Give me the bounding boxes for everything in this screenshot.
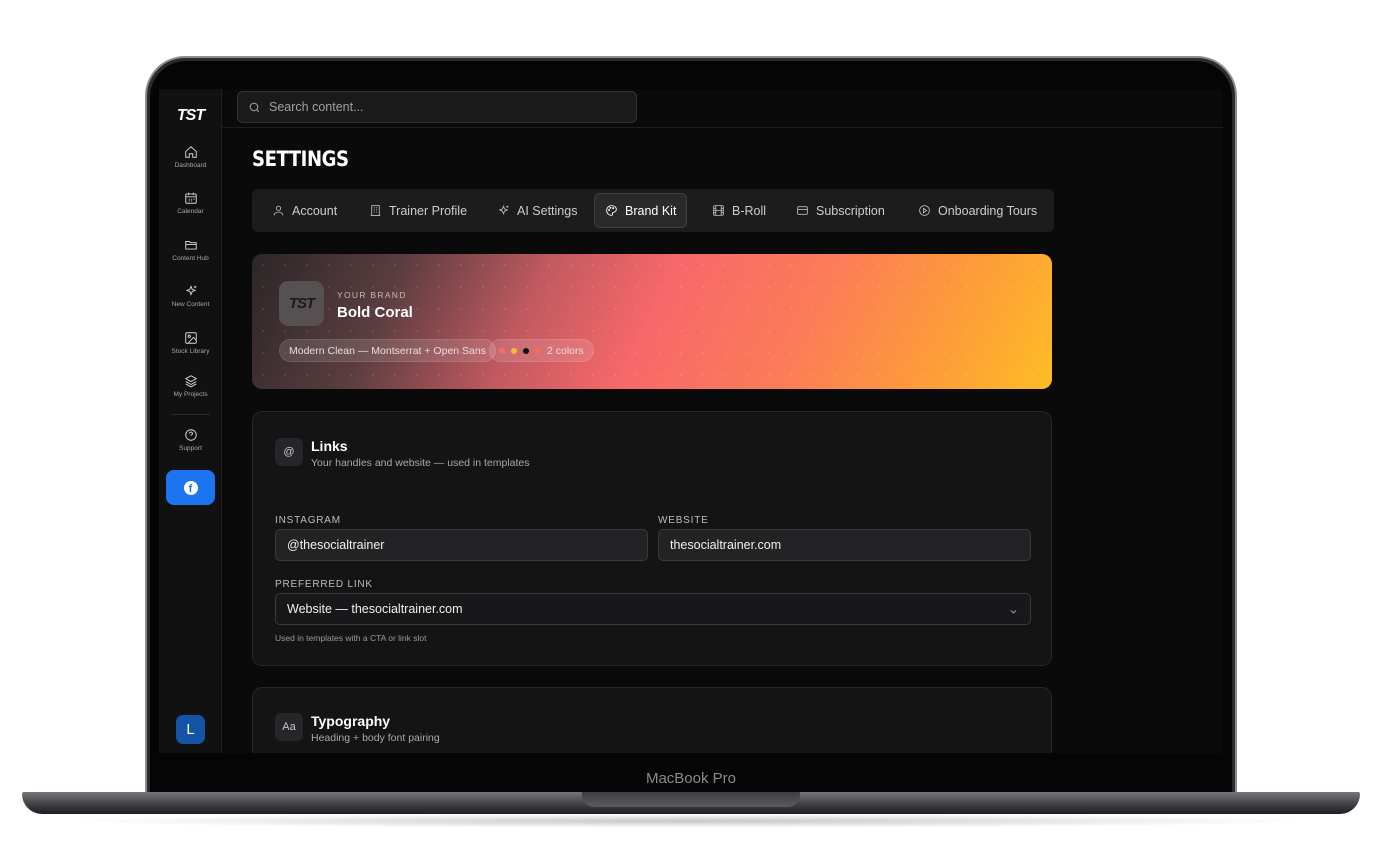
sidebar-item-content-hub[interactable]: Content Hub <box>159 238 222 262</box>
user-icon <box>273 205 284 216</box>
tab-ai-settings[interactable]: AI Settings <box>487 193 587 228</box>
laptop-notch <box>582 792 800 807</box>
instagram-label: INSTAGRAM <box>275 515 341 526</box>
tab-subscription[interactable]: Subscription <box>786 193 895 228</box>
preferred-link-hint: Used in templates with a CTA or link slo… <box>275 633 427 643</box>
tab-account[interactable]: Account <box>262 193 347 228</box>
sidebar-item-label: Stock Library <box>171 348 210 355</box>
device-label: MacBook Pro <box>645 770 737 787</box>
credit-card-icon <box>797 206 808 215</box>
preferred-link-label: PREFERRED LINK <box>275 579 373 590</box>
page-title: SETTINGS <box>252 147 349 171</box>
facebook-button[interactable]: f <box>166 470 215 505</box>
brand-name: Bold Coral <box>337 304 413 321</box>
sidebar-item-label: Calendar <box>177 208 204 215</box>
topbar <box>222 89 1223 128</box>
preferred-link-select[interactable]: Website — thesocialtrainer.com <box>275 593 1031 625</box>
brand-card-pattern <box>252 254 1052 389</box>
font-pairing-chip[interactable]: Modern Clean — Montserrat + Open Sans <box>279 339 496 362</box>
settings-tabs: Account Trainer Profile AI Settings Bran… <box>252 189 1054 232</box>
typography-title: Typography <box>311 713 391 729</box>
tab-label: Account <box>292 203 338 218</box>
sidebar-item-support[interactable]: Support <box>159 428 222 452</box>
search-box[interactable] <box>237 91 637 123</box>
search-icon <box>249 102 260 112</box>
film-icon <box>713 205 724 216</box>
facebook-icon: f <box>183 480 198 495</box>
search-input[interactable] <box>269 100 609 114</box>
building-icon <box>370 205 381 216</box>
tab-label: Trainer Profile <box>389 203 468 218</box>
color-swatch <box>511 347 517 354</box>
palette-icon <box>606 205 617 216</box>
links-title: Links <box>311 438 348 454</box>
tab-label: AI Settings <box>517 203 578 218</box>
sparkles-icon <box>498 204 509 215</box>
instagram-field[interactable]: @thesocialtrainer <box>275 529 648 561</box>
tab-brand-kit[interactable]: Brand Kit <box>594 193 688 228</box>
brand-eyebrow: YOUR BRAND <box>337 290 407 300</box>
help-icon <box>184 429 197 441</box>
sparkles-icon <box>185 285 196 296</box>
font-pairing-label: Modern Clean — Montserrat + Open Sans <box>289 344 486 357</box>
website-field[interactable]: thesocialtrainer.com <box>658 529 1031 561</box>
links-subtitle: Your handles and website — used in templ… <box>311 457 530 469</box>
avatar[interactable]: L <box>176 715 205 744</box>
folder-icon <box>184 241 197 250</box>
sidebar: TST Dashboard Calendar Content Hub New C… <box>159 89 222 753</box>
sidebar-item-stock-library[interactable]: Stock Library <box>159 331 222 355</box>
tab-onboarding-tours[interactable]: Onboarding Tours <box>908 193 1047 228</box>
sidebar-item-label: My Projects <box>173 391 208 398</box>
colors-chip[interactable]: 2 colors <box>489 339 594 362</box>
sidebar-item-label: Content Hub <box>172 255 209 262</box>
laptop-shadow <box>60 814 1322 828</box>
color-swatch <box>499 347 505 354</box>
home-icon <box>184 146 197 158</box>
links-panel: @ Links Your handles and website — used … <box>252 411 1052 666</box>
typography-icon: Aa <box>275 713 303 741</box>
brand-logo: TST <box>279 281 324 326</box>
sidebar-item-new-content[interactable]: New Content <box>159 284 222 308</box>
sidebar-item-label: New Content <box>171 301 210 308</box>
at-icon: @ <box>275 438 303 466</box>
sidebar-divider <box>171 414 210 415</box>
tab-label: Onboarding Tours <box>938 203 1038 218</box>
sidebar-item-calendar[interactable]: Calendar <box>159 191 222 215</box>
typography-subtitle: Heading + body font pairing <box>311 732 440 744</box>
sidebar-item-label: Support <box>179 445 202 452</box>
brand-card: TST YOUR BRAND Bold Coral Modern Clean —… <box>252 254 1052 389</box>
colors-count-label: 2 colors <box>547 344 584 357</box>
color-swatch <box>535 347 541 354</box>
image-icon <box>184 332 197 344</box>
preferred-link-value: Website — thesocialtrainer.com <box>287 602 463 616</box>
play-circle-icon <box>919 205 930 216</box>
tab-label: Subscription <box>816 203 885 218</box>
sidebar-item-label: Dashboard <box>174 162 207 169</box>
sidebar-item-my-projects[interactable]: My Projects <box>159 374 222 398</box>
chevron-down-icon <box>1009 605 1018 614</box>
sidebar-item-dashboard[interactable]: Dashboard <box>159 145 222 169</box>
website-label: WEBSITE <box>658 515 709 526</box>
app-screen: TST Dashboard Calendar Content Hub New C… <box>159 89 1223 753</box>
tab-label: Brand Kit <box>625 203 677 218</box>
tab-label: B-Roll <box>732 203 767 218</box>
layers-icon <box>184 375 197 388</box>
tab-b-roll[interactable]: B-Roll <box>702 193 776 228</box>
app-logo[interactable]: TST <box>159 107 222 125</box>
color-swatch <box>523 347 529 354</box>
typography-panel: Aa Typography Heading + body font pairin… <box>252 687 1052 753</box>
calendar-icon <box>184 192 197 204</box>
tab-trainer-profile[interactable]: Trainer Profile <box>359 193 477 228</box>
